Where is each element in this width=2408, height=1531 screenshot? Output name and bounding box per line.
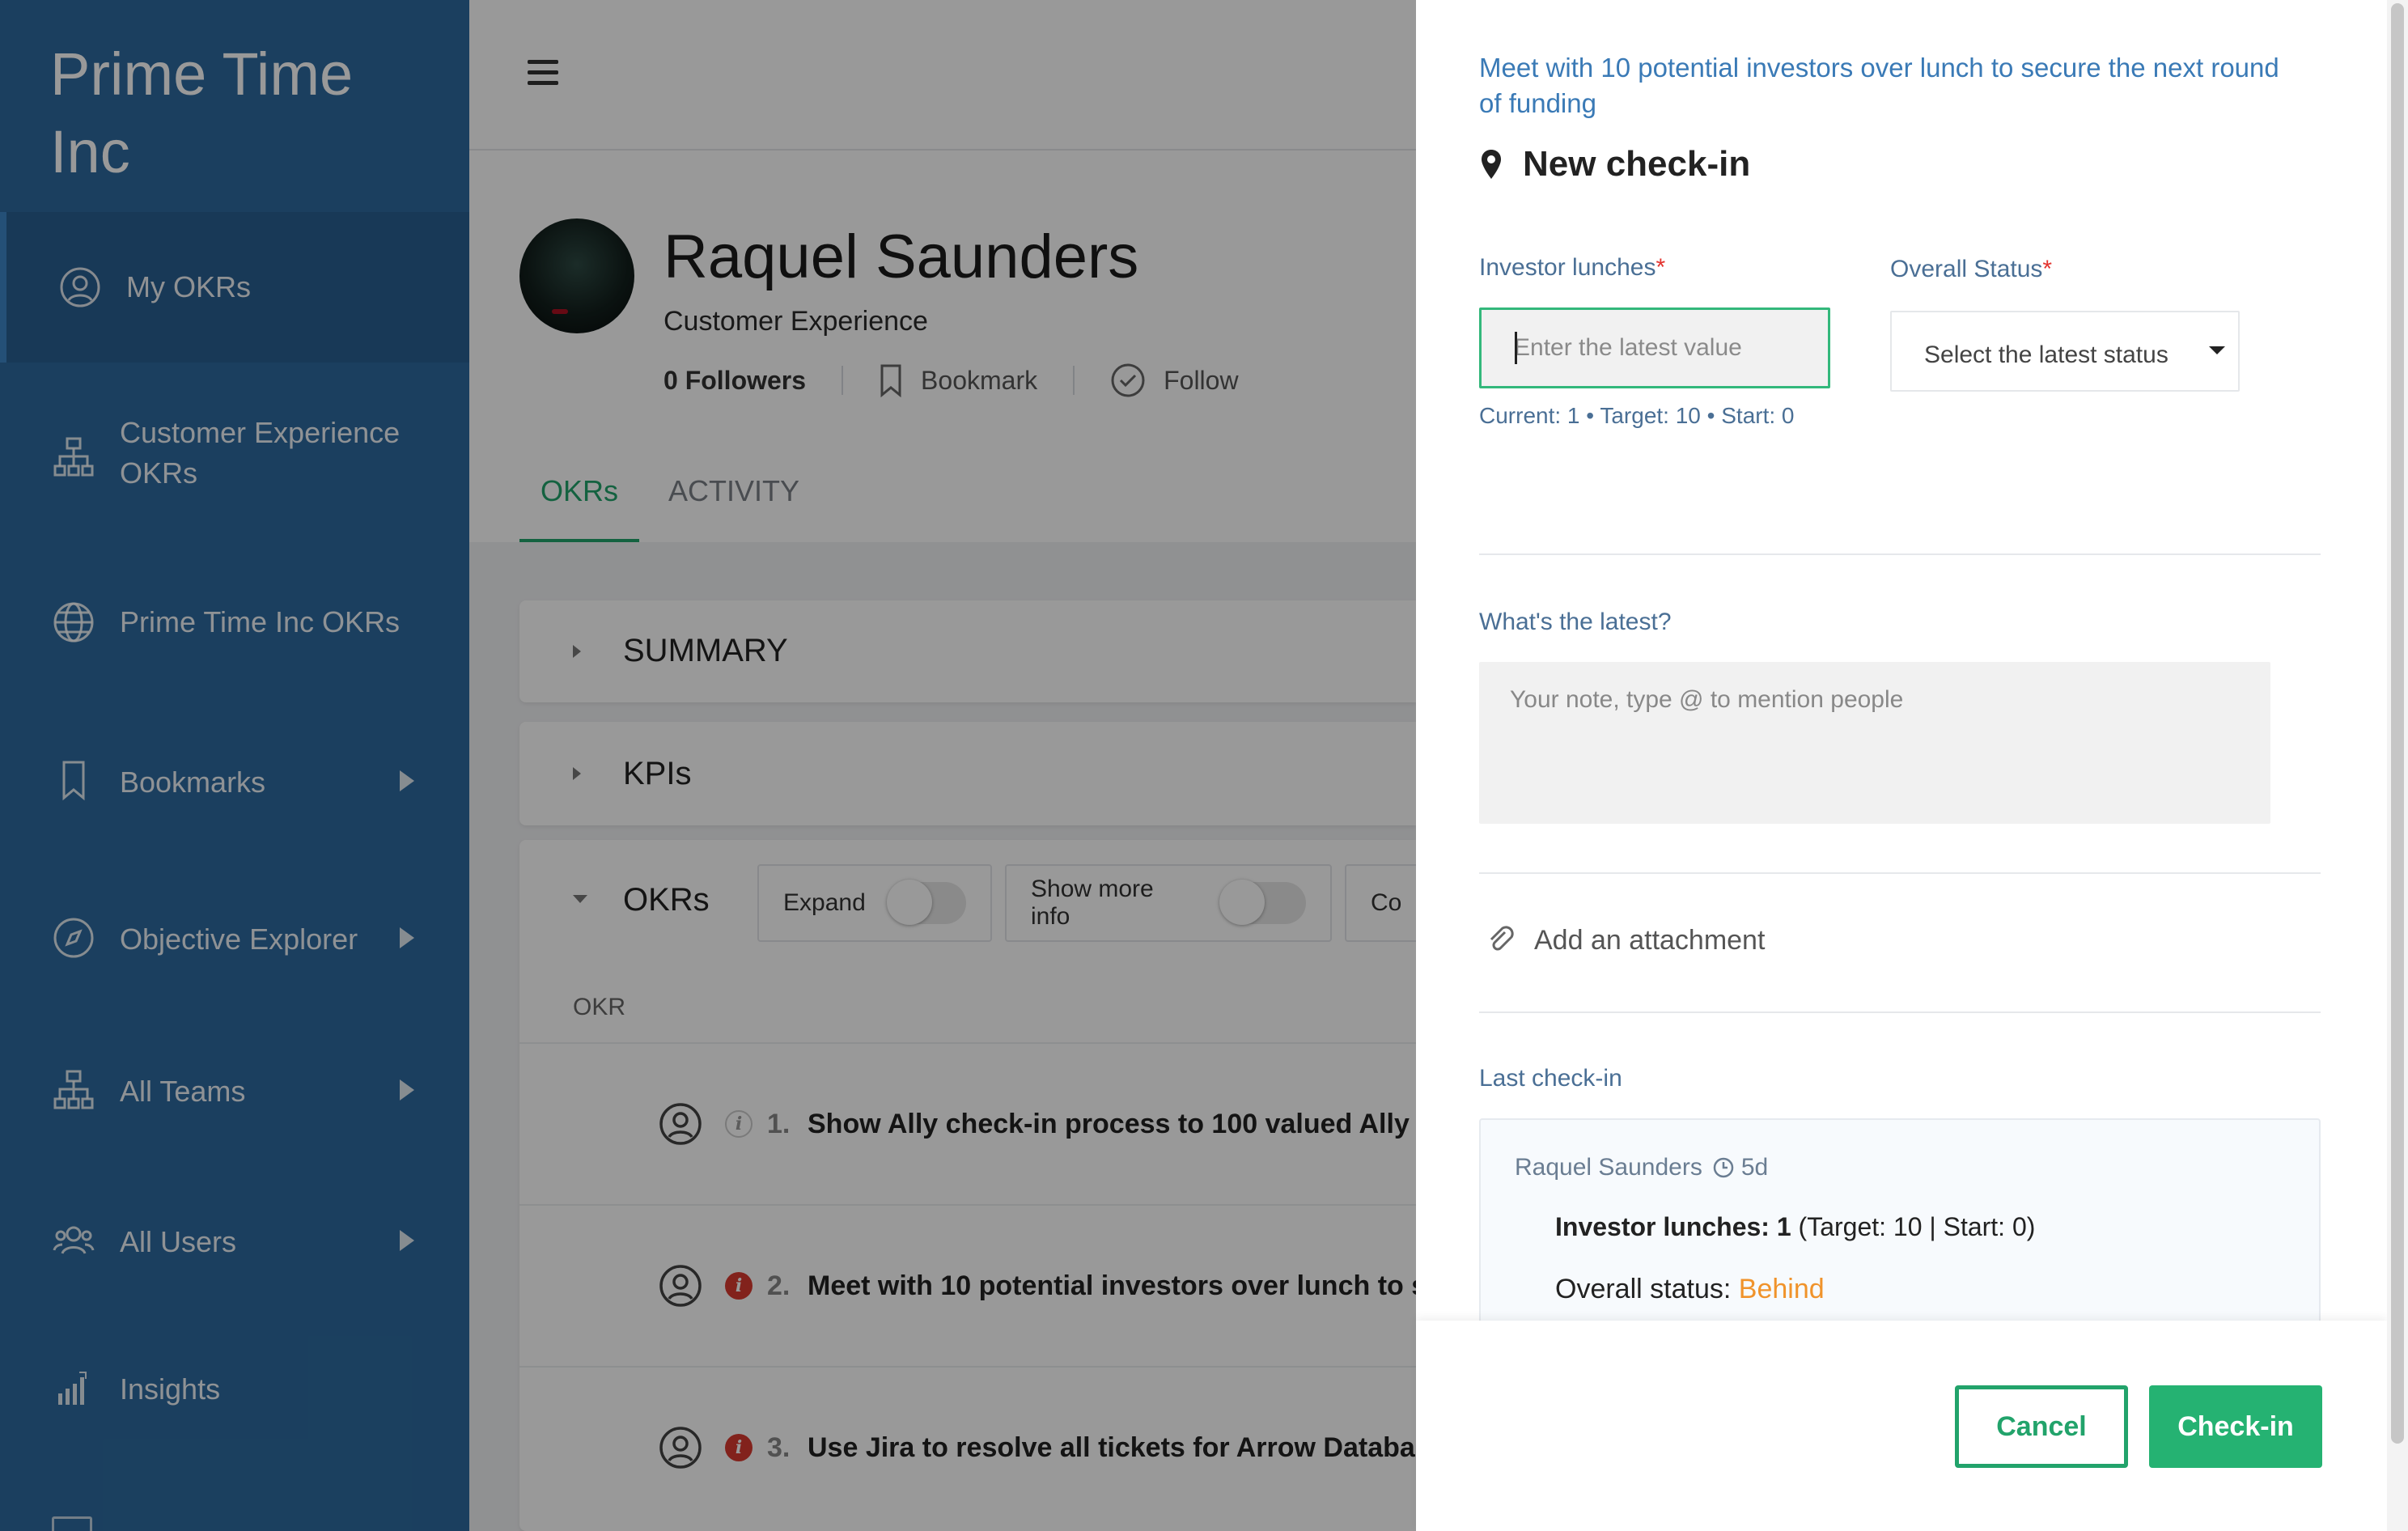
checkin-age: 5d xyxy=(1740,1154,1769,1181)
map-pin-icon xyxy=(1482,150,1501,179)
text-cursor xyxy=(1515,332,1517,364)
checkin-kr-name: Investor lunches: 1 xyxy=(1555,1212,1791,1241)
note-textarea[interactable] xyxy=(1479,662,2270,824)
cancel-button[interactable]: Cancel xyxy=(1955,1385,2128,1468)
latest-value-input[interactable] xyxy=(1479,307,1830,388)
status-select[interactable]: Select the latest status xyxy=(1890,311,2240,392)
kr-label: Investor lunches* xyxy=(1479,254,1665,282)
check-in-drawer: Meet with 10 potential investors over lu… xyxy=(1416,0,2408,1531)
note-label: What's the latest? xyxy=(1479,609,1672,635)
divider xyxy=(1479,553,2321,555)
paperclip-icon xyxy=(1490,926,1514,951)
status-badge: Behind xyxy=(1738,1274,1825,1304)
required-mark: * xyxy=(1656,254,1666,281)
checkin-kr-detail: (Target: 10 | Start: 0) xyxy=(1798,1212,2036,1241)
drawer-footer: Cancel Check-in xyxy=(1416,1321,2387,1531)
add-attachment-button[interactable]: Add an attachment xyxy=(1487,924,1765,956)
attachment-label: Add an attachment xyxy=(1534,924,1766,956)
checkin-author: Raquel Saunders 5d xyxy=(1515,1154,1768,1181)
status-label-text: Overall Status xyxy=(1890,256,2043,282)
last-checkin-label: Last check-in xyxy=(1479,1065,1622,1092)
checkin-status-prefix: Overall status: xyxy=(1555,1274,1732,1304)
status-select-value: Select the latest status xyxy=(1924,341,2168,368)
clock-icon xyxy=(1713,1157,1734,1178)
divider xyxy=(1479,1011,2321,1013)
drawer-heading: New check-in xyxy=(1479,144,1750,184)
required-mark: * xyxy=(2042,256,2053,282)
chevron-down-icon xyxy=(2209,346,2225,354)
author-name[interactable]: Raquel Saunders xyxy=(1515,1154,1702,1181)
objective-title: Meet with 10 potential investors over lu… xyxy=(1479,53,2279,118)
status-label: Overall Status* xyxy=(1890,256,2052,283)
kr-progress-hint: Current: 1 • Target: 10 • Start: 0 xyxy=(1479,403,1795,428)
divider xyxy=(1479,872,2321,874)
scrollbar-thumb[interactable] xyxy=(2391,3,2404,1444)
kr-label-text: Investor lunches xyxy=(1479,254,1656,281)
drawer-heading-text: New check-in xyxy=(1523,144,1751,184)
checkin-kr-line: Investor lunches: 1 (Target: 10 | Start:… xyxy=(1555,1212,2035,1242)
checkin-status-line: Overall status: Behind xyxy=(1555,1274,1825,1305)
check-in-button[interactable]: Check-in xyxy=(2149,1385,2322,1468)
modal-backdrop[interactable] xyxy=(0,0,1416,1531)
